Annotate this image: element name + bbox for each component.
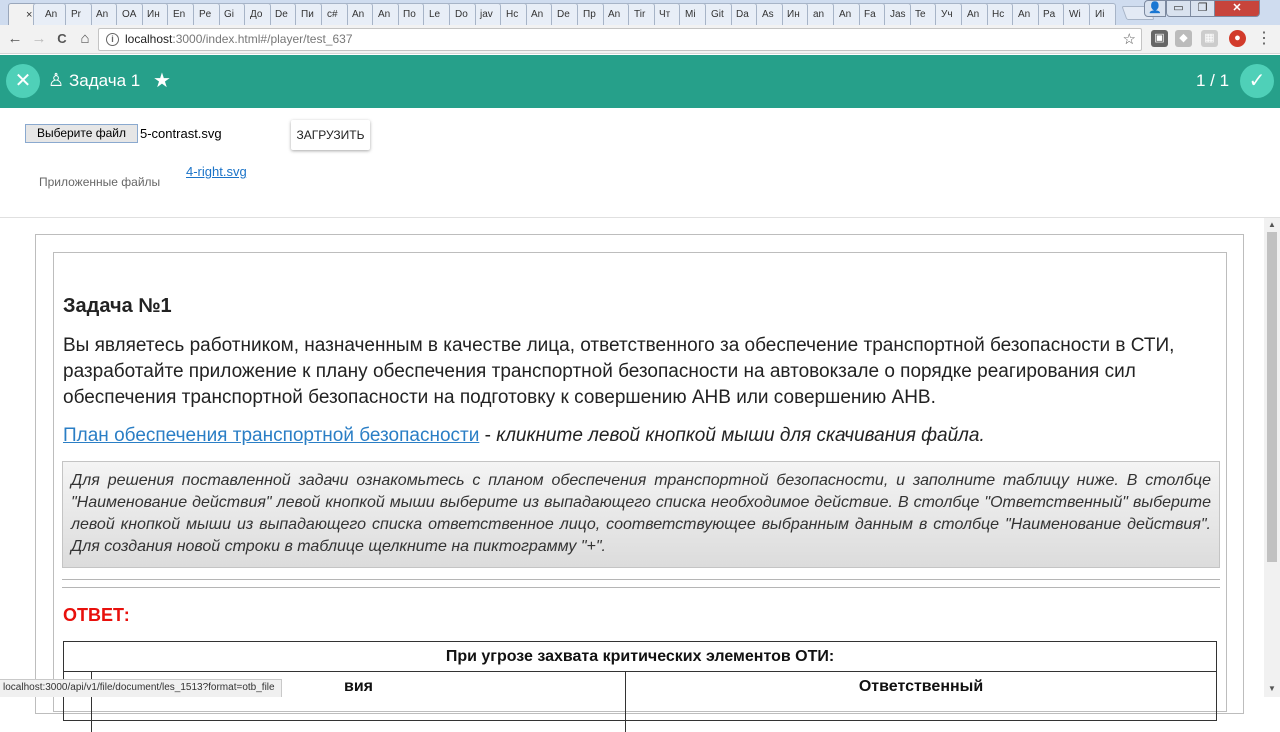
close-tab-icon[interactable]: × xyxy=(26,9,32,21)
scrollbar-thumb[interactable] xyxy=(1267,232,1277,562)
plan-separator: - xyxy=(479,425,497,446)
column-header-responsible: Ответственный xyxy=(858,678,984,695)
extension-icon[interactable]: ◆ xyxy=(1175,30,1192,47)
confirm-button[interactable]: ✓ xyxy=(1240,64,1274,98)
attached-file-link[interactable]: 4-right.svg xyxy=(186,164,247,179)
star-icon[interactable]: ☆ xyxy=(1123,29,1136,50)
extension-icon[interactable]: ▣ xyxy=(1151,30,1168,47)
browser-tab[interactable]: An xyxy=(33,3,66,25)
task-content: Задача №1 Вы являетесь работником, назна… xyxy=(53,252,1227,732)
scroll-down-icon[interactable]: ▼ xyxy=(1268,684,1276,693)
upload-button[interactable]: ЗАГРУЗИТЬ xyxy=(291,120,370,150)
maximize-button[interactable]: ❐ xyxy=(1190,0,1215,17)
task-description: Вы являетесь работником, назначенным в к… xyxy=(63,335,1175,408)
selected-file-name: 5-contrast.svg xyxy=(140,126,222,141)
status-url: localhost:3000/api/v1/file/document/les_… xyxy=(0,679,282,697)
url-host: localhost xyxy=(125,32,173,46)
user-icon[interactable]: 👤 xyxy=(1144,0,1166,17)
task-title: Задача 1 xyxy=(69,71,141,90)
home-button[interactable]: ⌂ xyxy=(76,30,94,48)
forward-button[interactable]: → xyxy=(30,30,48,48)
plan-hint: кликните левой кнопкой мыши для скачиван… xyxy=(496,425,985,446)
url-path: :3000/index.html#/player/test_637 xyxy=(172,32,353,46)
instruction-note: Для решения поставленной задачи ознакомь… xyxy=(62,461,1220,568)
reload-button[interactable]: C xyxy=(53,30,71,48)
browser-toolbar: ← → C ⌂ i localhost:3000/index.html#/pla… xyxy=(0,25,1280,54)
upload-panel: Выберите файл 5-contrast.svg ЗАГРУЗИТЬ П… xyxy=(0,108,1280,218)
task-counter: 1 / 1 xyxy=(1196,71,1230,90)
tab-strip: Иі Wi Pa An Hc An Уч Te Jas Fa An an Ин As Da Git Мі Чт Ti… xyxy=(0,0,1280,25)
menu-icon[interactable]: ⋮ xyxy=(1255,30,1273,48)
address-bar[interactable]: i localhost:3000/index.html#/player/test… xyxy=(98,28,1142,51)
plan-download-link[interactable]: План обеспечения транспортной безопаснос… xyxy=(63,425,479,446)
minimize-button[interactable]: ▭ xyxy=(1166,0,1191,17)
task-heading: Задача №1 xyxy=(63,295,172,317)
extension-icon[interactable]: ● xyxy=(1229,30,1246,47)
extension-icon[interactable]: ▦ xyxy=(1201,30,1218,47)
table-caption: При угрозе захвата критических элементов… xyxy=(64,642,1216,672)
close-window-button[interactable]: ✕ xyxy=(1214,0,1260,17)
info-icon[interactable]: i xyxy=(106,33,119,46)
close-task-button[interactable]: ✕ xyxy=(6,64,40,98)
answer-label: ОТВЕТ: xyxy=(63,605,130,625)
choose-file-button[interactable]: Выберите файл xyxy=(25,124,138,143)
task-frame: Задача №1 Вы являетесь работником, назна… xyxy=(35,234,1244,732)
task-type-icon: ♙ xyxy=(48,70,65,90)
scroll-up-icon[interactable]: ▲ xyxy=(1268,220,1276,229)
app-header: ✕ ♙ Задача 1 ★ 1 / 1 ✓ xyxy=(0,55,1280,108)
divider xyxy=(62,579,1220,580)
attached-files-label: Приложенные файлы xyxy=(39,175,161,189)
page-scrollbar[interactable]: ▲ ▼ xyxy=(1264,218,1280,697)
plan-line: План обеспечения транспортной безопаснос… xyxy=(63,425,985,447)
divider xyxy=(62,587,1220,588)
back-button[interactable]: ← xyxy=(6,30,24,48)
favorite-star-icon[interactable]: ★ xyxy=(153,68,171,93)
